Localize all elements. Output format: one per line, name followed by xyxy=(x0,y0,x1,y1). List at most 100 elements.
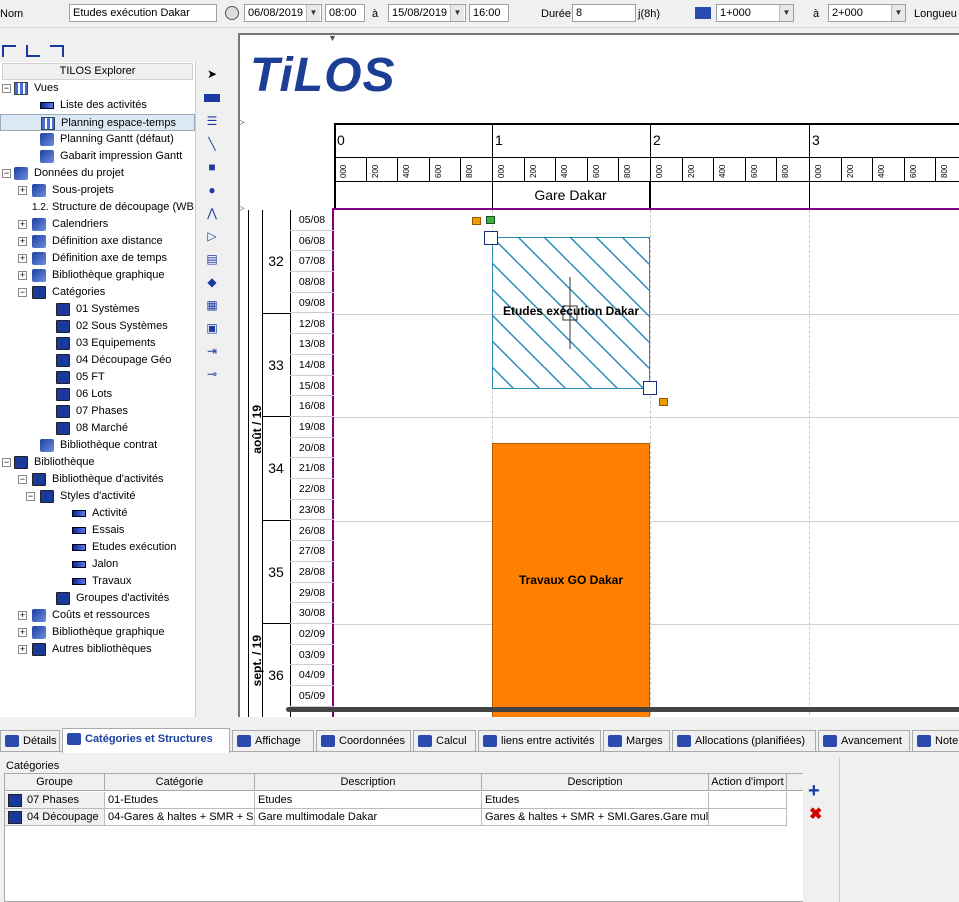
line-tool-icon[interactable]: ╲ xyxy=(204,136,220,152)
tree-item[interactable]: Liste des activités xyxy=(0,97,196,114)
tree-item[interactable]: Gabarit impression Gantt xyxy=(0,148,196,165)
tree-level-icon[interactable] xyxy=(50,45,64,57)
tree-expander-icon[interactable]: − xyxy=(2,84,11,93)
table-cell[interactable]: Gares & haltes + SMR + SMI.Gares.Gare mu… xyxy=(482,809,709,826)
tree-item[interactable]: + Définition axe de temps xyxy=(0,250,196,267)
tree-item[interactable]: + Bibliothèque graphique xyxy=(0,624,196,641)
tab-4[interactable]: Coordonnées xyxy=(316,730,411,751)
grid-tool-icon[interactable]: ▦ xyxy=(204,297,220,313)
rectangle-tool-icon[interactable]: ■ xyxy=(204,159,220,175)
key-tool-icon[interactable]: ⊸ xyxy=(204,366,220,382)
collapse-tree-icon[interactable] xyxy=(26,45,40,57)
table-cell[interactable] xyxy=(709,792,787,809)
tree-item[interactable]: + Calendriers xyxy=(0,216,196,233)
table-cell[interactable]: Etudes xyxy=(255,792,482,809)
expand-tree-icon[interactable] xyxy=(2,45,16,57)
calendar-icon[interactable] xyxy=(225,6,239,20)
start-date-dropdown[interactable]: ▼ xyxy=(306,5,320,21)
table-cell[interactable]: 01-Etudes xyxy=(105,792,255,809)
tree-item[interactable]: Jalon xyxy=(0,556,196,573)
tree-item[interactable]: Planning espace-temps xyxy=(0,114,195,131)
shape-tool-icon[interactable]: ◆ xyxy=(204,274,220,290)
nom-input[interactable]: Etudes exécution Dakar xyxy=(69,4,217,22)
table-cell[interactable]: Gare multimodale Dakar xyxy=(255,809,482,826)
tree-expander-icon[interactable]: + xyxy=(18,271,27,280)
tab-5[interactable]: Calcul xyxy=(413,730,476,751)
tree-item[interactable]: − Bibliothèque xyxy=(0,454,196,471)
tree-item[interactable]: 01 Systèmes xyxy=(0,301,196,318)
tree-expander-icon[interactable]: + xyxy=(18,628,27,637)
tree-item[interactable]: + Définition axe distance xyxy=(0,233,196,250)
tree-item[interactable]: 02 Sous Systèmes xyxy=(0,318,196,335)
polyline-tool-icon[interactable]: ⋀ xyxy=(204,205,220,221)
activity-end-handle[interactable] xyxy=(643,381,657,395)
canvas-scrollbar[interactable] xyxy=(286,707,959,712)
tree-expander-icon[interactable]: − xyxy=(2,169,11,178)
tab-3[interactable]: Affichage xyxy=(232,730,314,751)
tree-item[interactable]: 06 Lots xyxy=(0,386,196,403)
pointer-tool-icon[interactable]: ➤ xyxy=(204,66,220,82)
tree-item[interactable]: − Catégories xyxy=(0,284,196,301)
tree-item[interactable]: − Données du projet xyxy=(0,165,196,182)
tab-8[interactable]: Allocations (planifiées) xyxy=(672,730,816,751)
planning-canvas[interactable]: ▼ ▷ ▷ TiLOS 0 1 2 3 000 200 400 600 800 000 200 40… xyxy=(238,33,959,717)
tab-6[interactable]: liens entre activités xyxy=(478,730,601,751)
table-row[interactable]: 07 Phases 01-Etudes Etudes Etudes xyxy=(5,792,805,809)
tree-expander-icon[interactable]: − xyxy=(26,492,35,501)
tab-2[interactable]: Catégories et Structures xyxy=(62,728,230,753)
tree-expander-icon[interactable]: + xyxy=(18,186,27,195)
tree-item[interactable]: − Vues xyxy=(0,80,196,97)
text-tool-icon[interactable]: ▤ xyxy=(204,251,220,267)
tree-item[interactable]: + Autres bibliothèques xyxy=(0,641,196,658)
activity-start-handle[interactable] xyxy=(484,231,498,245)
end-time-field[interactable]: 16:00 xyxy=(469,4,509,22)
tree-item[interactable]: 04 Découpage Géo xyxy=(0,352,196,369)
tree-item[interactable]: + Sous-projets xyxy=(0,182,196,199)
bar-tool-icon[interactable] xyxy=(204,90,220,106)
link-tool-icon[interactable]: ⇥ xyxy=(204,343,220,359)
tree-expander-icon[interactable]: + xyxy=(18,220,27,229)
tree-expander-icon[interactable]: + xyxy=(18,611,27,620)
tree-item[interactable]: Essais xyxy=(0,522,196,539)
tab-1[interactable]: Détails xyxy=(0,730,60,751)
tree-item[interactable]: Etudes exécution xyxy=(0,539,196,556)
tree-item[interactable]: 03 Equipements xyxy=(0,335,196,352)
table-cell[interactable] xyxy=(709,809,787,826)
table-row[interactable]: 04 Découpage 04-Gares & haltes + SMR + SM… xyxy=(5,809,805,826)
tab-7[interactable]: Marges xyxy=(603,730,670,751)
tree-item[interactable]: + Coûts et ressources xyxy=(0,607,196,624)
tree-expander-icon[interactable]: − xyxy=(18,288,27,297)
from-pk-dropdown[interactable]: ▼ xyxy=(779,5,793,21)
tree-item[interactable]: 08 Marché xyxy=(0,420,196,437)
end-date-dropdown[interactable]: ▼ xyxy=(450,5,464,21)
tree-item[interactable]: − Styles d'activité xyxy=(0,488,196,505)
start-time-field[interactable]: 08:00 xyxy=(325,4,365,22)
polygon-tool-icon[interactable]: ▷ xyxy=(204,228,220,244)
table-cell[interactable]: Etudes xyxy=(482,792,709,809)
tree-item[interactable]: − Bibliothèque d'activités xyxy=(0,471,196,488)
tree-item[interactable]: 07 Phases xyxy=(0,403,196,420)
tree-item[interactable]: Groupes d'activités xyxy=(0,590,196,607)
image-tool-icon[interactable]: ▣ xyxy=(204,320,220,336)
ellipse-tool-icon[interactable]: ● xyxy=(204,182,220,198)
delete-row-icon[interactable]: ✖ xyxy=(809,807,822,823)
to-pk-dropdown[interactable]: ▼ xyxy=(891,5,905,21)
tree-item[interactable]: Activité xyxy=(0,505,196,522)
tree-item[interactable]: + Bibliothèque graphique xyxy=(0,267,196,284)
tree-item[interactable]: Bibliothèque contrat xyxy=(0,437,196,454)
tree-item[interactable]: 05 FT xyxy=(0,369,196,386)
tree-expander-icon[interactable]: − xyxy=(2,458,11,467)
tab-9[interactable]: Avancement xyxy=(818,730,910,751)
tree-expander-icon[interactable]: + xyxy=(18,237,27,246)
list-tool-icon[interactable]: ☰ xyxy=(204,113,220,129)
table-cell[interactable]: 04-Gares & haltes + SMR + SM xyxy=(105,809,255,826)
tree-expander-icon[interactable]: + xyxy=(18,254,27,263)
tab-10[interactable]: Note xyxy=(912,730,959,751)
tree-expander-icon[interactable]: + xyxy=(18,645,27,654)
tree-item[interactable]: Travaux xyxy=(0,573,196,590)
tree-expander-icon[interactable]: − xyxy=(18,475,27,484)
duree-field[interactable]: 8 xyxy=(572,4,636,22)
tree-item[interactable]: 1.2. Structure de découpage (WB xyxy=(0,199,196,216)
add-row-icon[interactable]: + xyxy=(808,781,820,801)
tree-item[interactable]: Planning Gantt (défaut) xyxy=(0,131,196,148)
